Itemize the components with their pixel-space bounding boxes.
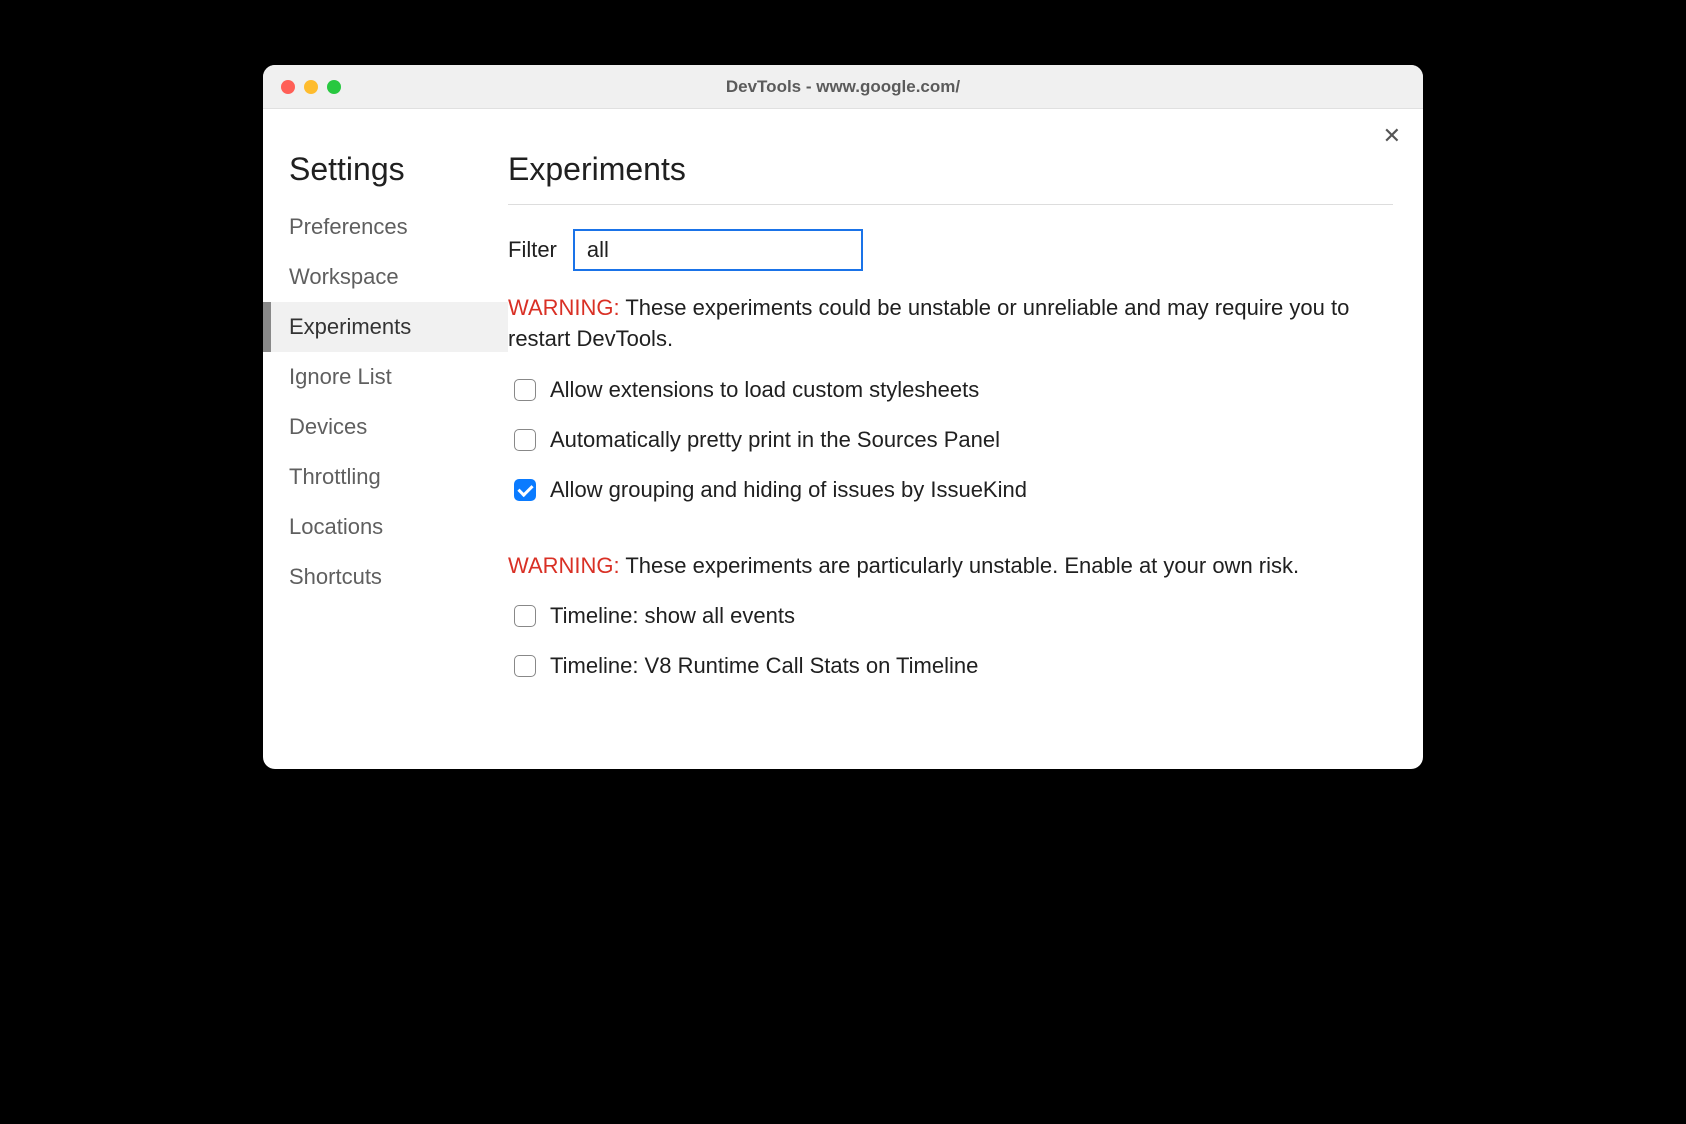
experiment-label: Timeline: show all events: [550, 603, 795, 629]
sidebar-item-locations[interactable]: Locations: [263, 502, 508, 552]
titlebar: DevTools - www.google.com/: [263, 65, 1423, 109]
page-title: Experiments: [508, 151, 1393, 205]
warning-particularly-unstable: WARNING: These experiments are particula…: [508, 551, 1393, 582]
sidebar-item-experiments[interactable]: Experiments: [263, 302, 508, 352]
sidebar-item-ignore-list[interactable]: Ignore List: [263, 352, 508, 402]
window-title: DevTools - www.google.com/: [263, 77, 1423, 97]
sidebar-title: Settings: [263, 151, 508, 202]
experiment-label: Automatically pretty print in the Source…: [550, 427, 1000, 453]
sidebar-item-preferences[interactable]: Preferences: [263, 202, 508, 252]
experiment-label: Timeline: V8 Runtime Call Stats on Timel…: [550, 653, 978, 679]
sidebar-item-label: Devices: [289, 414, 367, 439]
warning-text: These experiments are particularly unsta…: [620, 553, 1300, 578]
experiment-checkbox[interactable]: [514, 655, 536, 677]
sidebar-item-devices[interactable]: Devices: [263, 402, 508, 452]
minimize-window-button[interactable]: [304, 80, 318, 94]
sidebar-item-label: Ignore List: [289, 364, 392, 389]
experiment-row: Timeline: V8 Runtime Call Stats on Timel…: [514, 653, 1393, 679]
sidebar-item-shortcuts[interactable]: Shortcuts: [263, 552, 508, 602]
experiment-label: Allow extensions to load custom styleshe…: [550, 377, 979, 403]
close-window-button[interactable]: [281, 80, 295, 94]
experiment-row: Automatically pretty print in the Source…: [514, 427, 1393, 453]
filter-input[interactable]: [573, 229, 863, 271]
experiment-checkbox[interactable]: [514, 379, 536, 401]
experiment-row: Timeline: show all events: [514, 603, 1393, 629]
experiment-checkbox[interactable]: [514, 605, 536, 627]
warning-label: WARNING:: [508, 295, 620, 320]
experiment-label: Allow grouping and hiding of issues by I…: [550, 477, 1027, 503]
sidebar-item-label: Locations: [289, 514, 383, 539]
sidebar-item-label: Throttling: [289, 464, 381, 489]
sidebar-item-label: Workspace: [289, 264, 399, 289]
warning-text: These experiments could be unstable or u…: [508, 295, 1349, 351]
sidebar-item-label: Experiments: [289, 314, 411, 339]
warning-label: WARNING:: [508, 553, 620, 578]
traffic-lights: [263, 80, 341, 94]
sidebar-item-label: Preferences: [289, 214, 408, 239]
sidebar: Settings Preferences Workspace Experimen…: [263, 109, 508, 769]
experiment-checkbox[interactable]: [514, 479, 536, 501]
warning-unstable: WARNING: These experiments could be unst…: [508, 293, 1393, 355]
filter-row: Filter: [508, 229, 1393, 271]
close-icon[interactable]: ✕: [1383, 125, 1401, 147]
experiment-checkbox[interactable]: [514, 429, 536, 451]
experiment-row: Allow grouping and hiding of issues by I…: [514, 477, 1393, 503]
filter-label: Filter: [508, 237, 557, 263]
maximize-window-button[interactable]: [327, 80, 341, 94]
experiment-row: Allow extensions to load custom styleshe…: [514, 377, 1393, 403]
sidebar-item-throttling[interactable]: Throttling: [263, 452, 508, 502]
sidebar-item-label: Shortcuts: [289, 564, 382, 589]
sidebar-item-workspace[interactable]: Workspace: [263, 252, 508, 302]
main-panel: Experiments Filter WARNING: These experi…: [508, 109, 1423, 769]
content-area: ✕ Settings Preferences Workspace Experim…: [263, 109, 1423, 769]
devtools-window: DevTools - www.google.com/ ✕ Settings Pr…: [263, 65, 1423, 769]
